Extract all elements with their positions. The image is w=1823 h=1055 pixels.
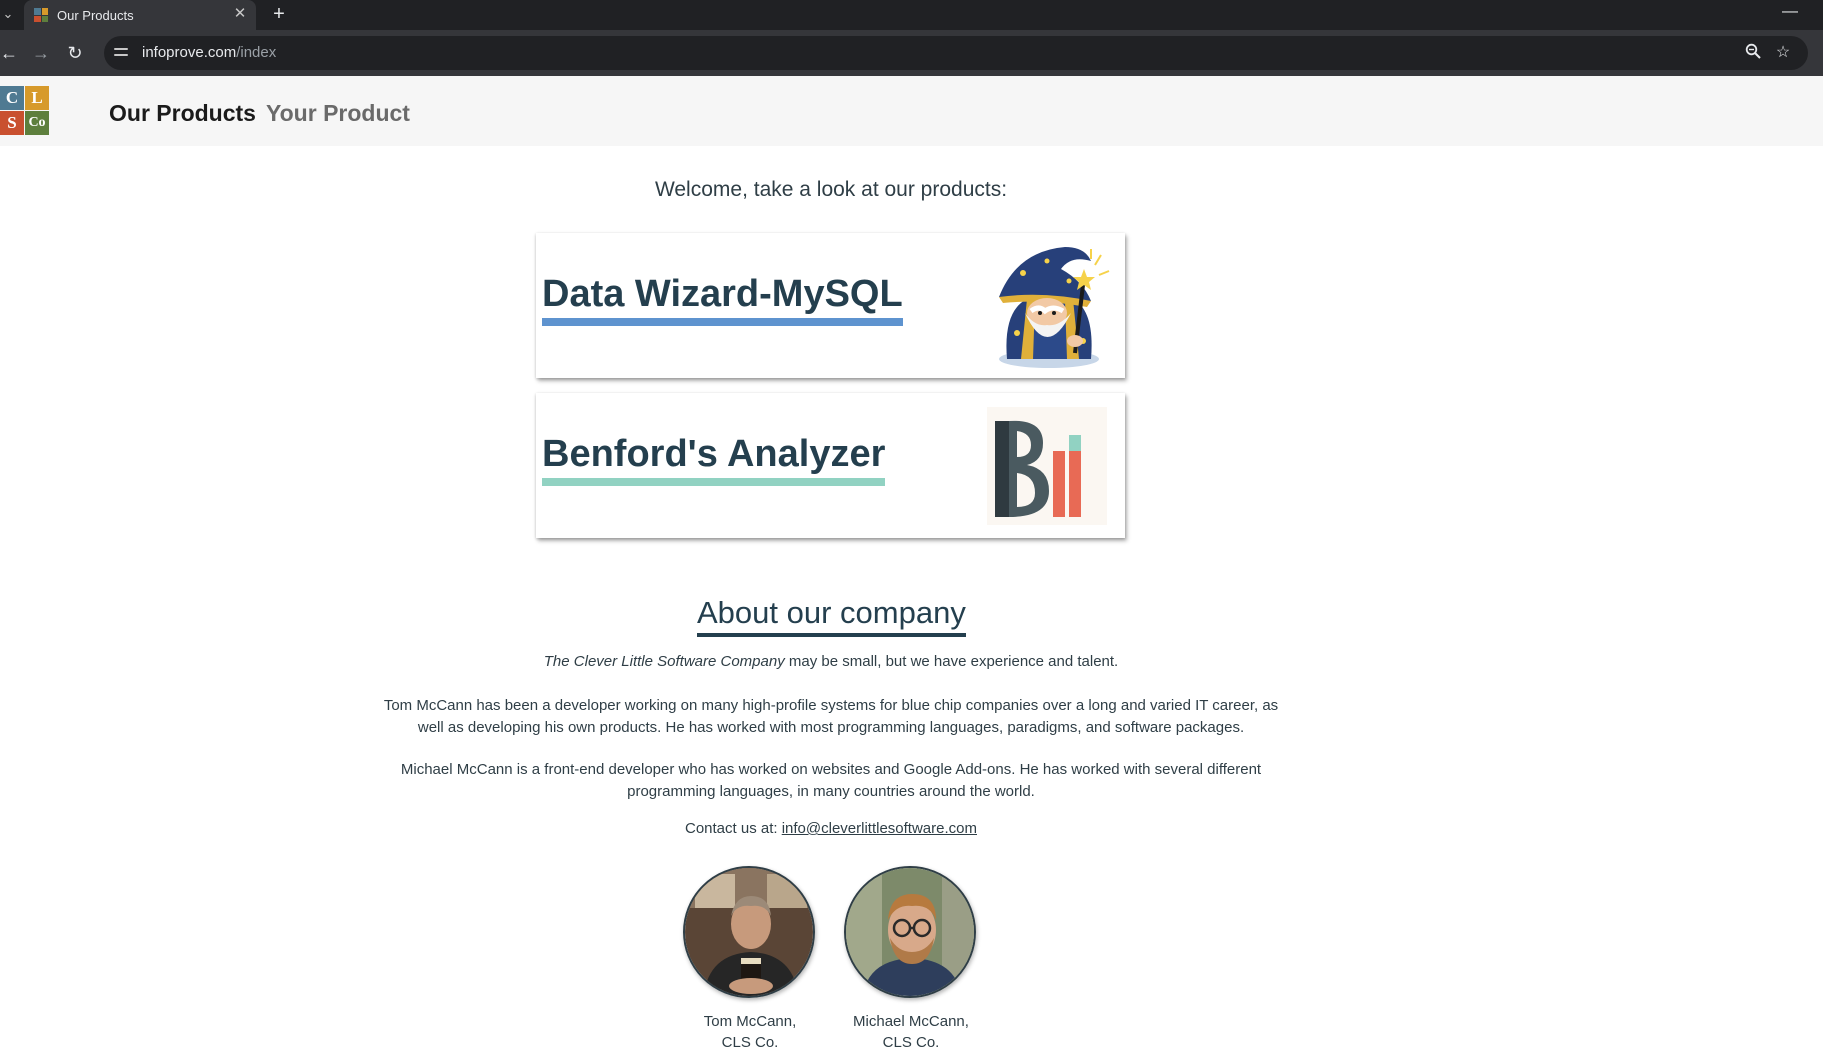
caption-tom: Tom McCann, CLS Co. bbox=[675, 1011, 825, 1053]
logo-letter-s: S bbox=[0, 111, 24, 135]
caption-michael: Michael McCann, CLS Co. bbox=[836, 1011, 986, 1053]
reload-icon[interactable]: ↻ bbox=[62, 40, 88, 66]
team-member-name: Tom McCann, bbox=[703, 1013, 797, 1030]
address-bar[interactable]: infoprove.com/index ☆ bbox=[104, 36, 1808, 70]
product-title: Benford's Analyzer bbox=[542, 433, 886, 486]
contact-label: Contact us at: bbox=[684, 820, 782, 837]
forward-arrow-icon[interactable]: → bbox=[28, 40, 54, 66]
zoom-icon[interactable] bbox=[1742, 43, 1764, 63]
nav-your-product[interactable]: Your Product bbox=[266, 100, 410, 127]
contact-line: Contact us at: info@cleverlittlesoftware… bbox=[370, 818, 1292, 840]
minimize-icon[interactable]: — bbox=[1779, 3, 1801, 21]
site-settings-icon[interactable] bbox=[114, 46, 130, 60]
nav-our-products[interactable]: Our Products bbox=[109, 100, 256, 127]
michael-bio: Michael McCann is a front-end developer … bbox=[400, 761, 1262, 800]
about-intro: The Clever Little Software Company may b… bbox=[370, 651, 1292, 673]
back-arrow-icon[interactable]: ← bbox=[0, 40, 22, 66]
browser-tab-strip: ⌄ Our Products ✕ + — bbox=[0, 0, 1823, 30]
about-heading: About our company bbox=[697, 595, 966, 637]
logo-letter-co: Co bbox=[25, 111, 49, 135]
bookmark-star-icon[interactable]: ☆ bbox=[1772, 43, 1794, 63]
company-name: The Clever Little Software Company bbox=[543, 653, 785, 670]
contact-email-link[interactable]: info@cleverlittlesoftware.com bbox=[782, 820, 977, 837]
url-path: /index bbox=[236, 44, 277, 61]
wizard-icon bbox=[987, 241, 1113, 371]
logo-letter-c: C bbox=[0, 86, 24, 110]
team-member-company: CLS Co. bbox=[882, 1034, 940, 1051]
welcome-text: Welcome, take a look at our products: bbox=[654, 178, 1008, 201]
close-icon[interactable]: ✕ bbox=[232, 6, 248, 22]
about-intro-text: may be small, but we have experience and… bbox=[784, 653, 1119, 670]
company-logo[interactable]: C L S Co bbox=[0, 86, 49, 135]
team-member-name: Michael McCann, bbox=[853, 1013, 969, 1030]
url-host: infoprove.com bbox=[142, 44, 237, 61]
avatar-tom bbox=[683, 866, 815, 998]
tom-bio: Tom McCann has been a developer working … bbox=[383, 697, 1279, 736]
site-header: C L S Co Our Products Your Product bbox=[0, 76, 1823, 146]
product-card-benfords-analyzer[interactable]: Benford's Analyzer bbox=[536, 393, 1125, 538]
url-text[interactable]: infoprove.com/index bbox=[142, 44, 276, 61]
product-title: Data Wizard-MySQL bbox=[542, 273, 903, 326]
avatar-michael bbox=[844, 866, 976, 998]
browser-toolbar: ← → ↻ infoprove.com/index ☆ bbox=[0, 30, 1823, 76]
plus-icon[interactable]: + bbox=[268, 3, 290, 25]
browser-tab[interactable]: Our Products ✕ bbox=[24, 0, 256, 30]
team-member-company: CLS Co. bbox=[721, 1034, 779, 1051]
product-card-data-wizard[interactable]: Data Wizard-MySQL bbox=[536, 233, 1125, 378]
tab-favicon-icon bbox=[34, 8, 48, 22]
bar-chart-logo-icon bbox=[987, 401, 1113, 531]
tab-search-chevron-icon[interactable]: ⌄ bbox=[0, 4, 16, 24]
logo-letter-l: L bbox=[25, 86, 49, 110]
tab-title: Our Products bbox=[57, 8, 134, 23]
